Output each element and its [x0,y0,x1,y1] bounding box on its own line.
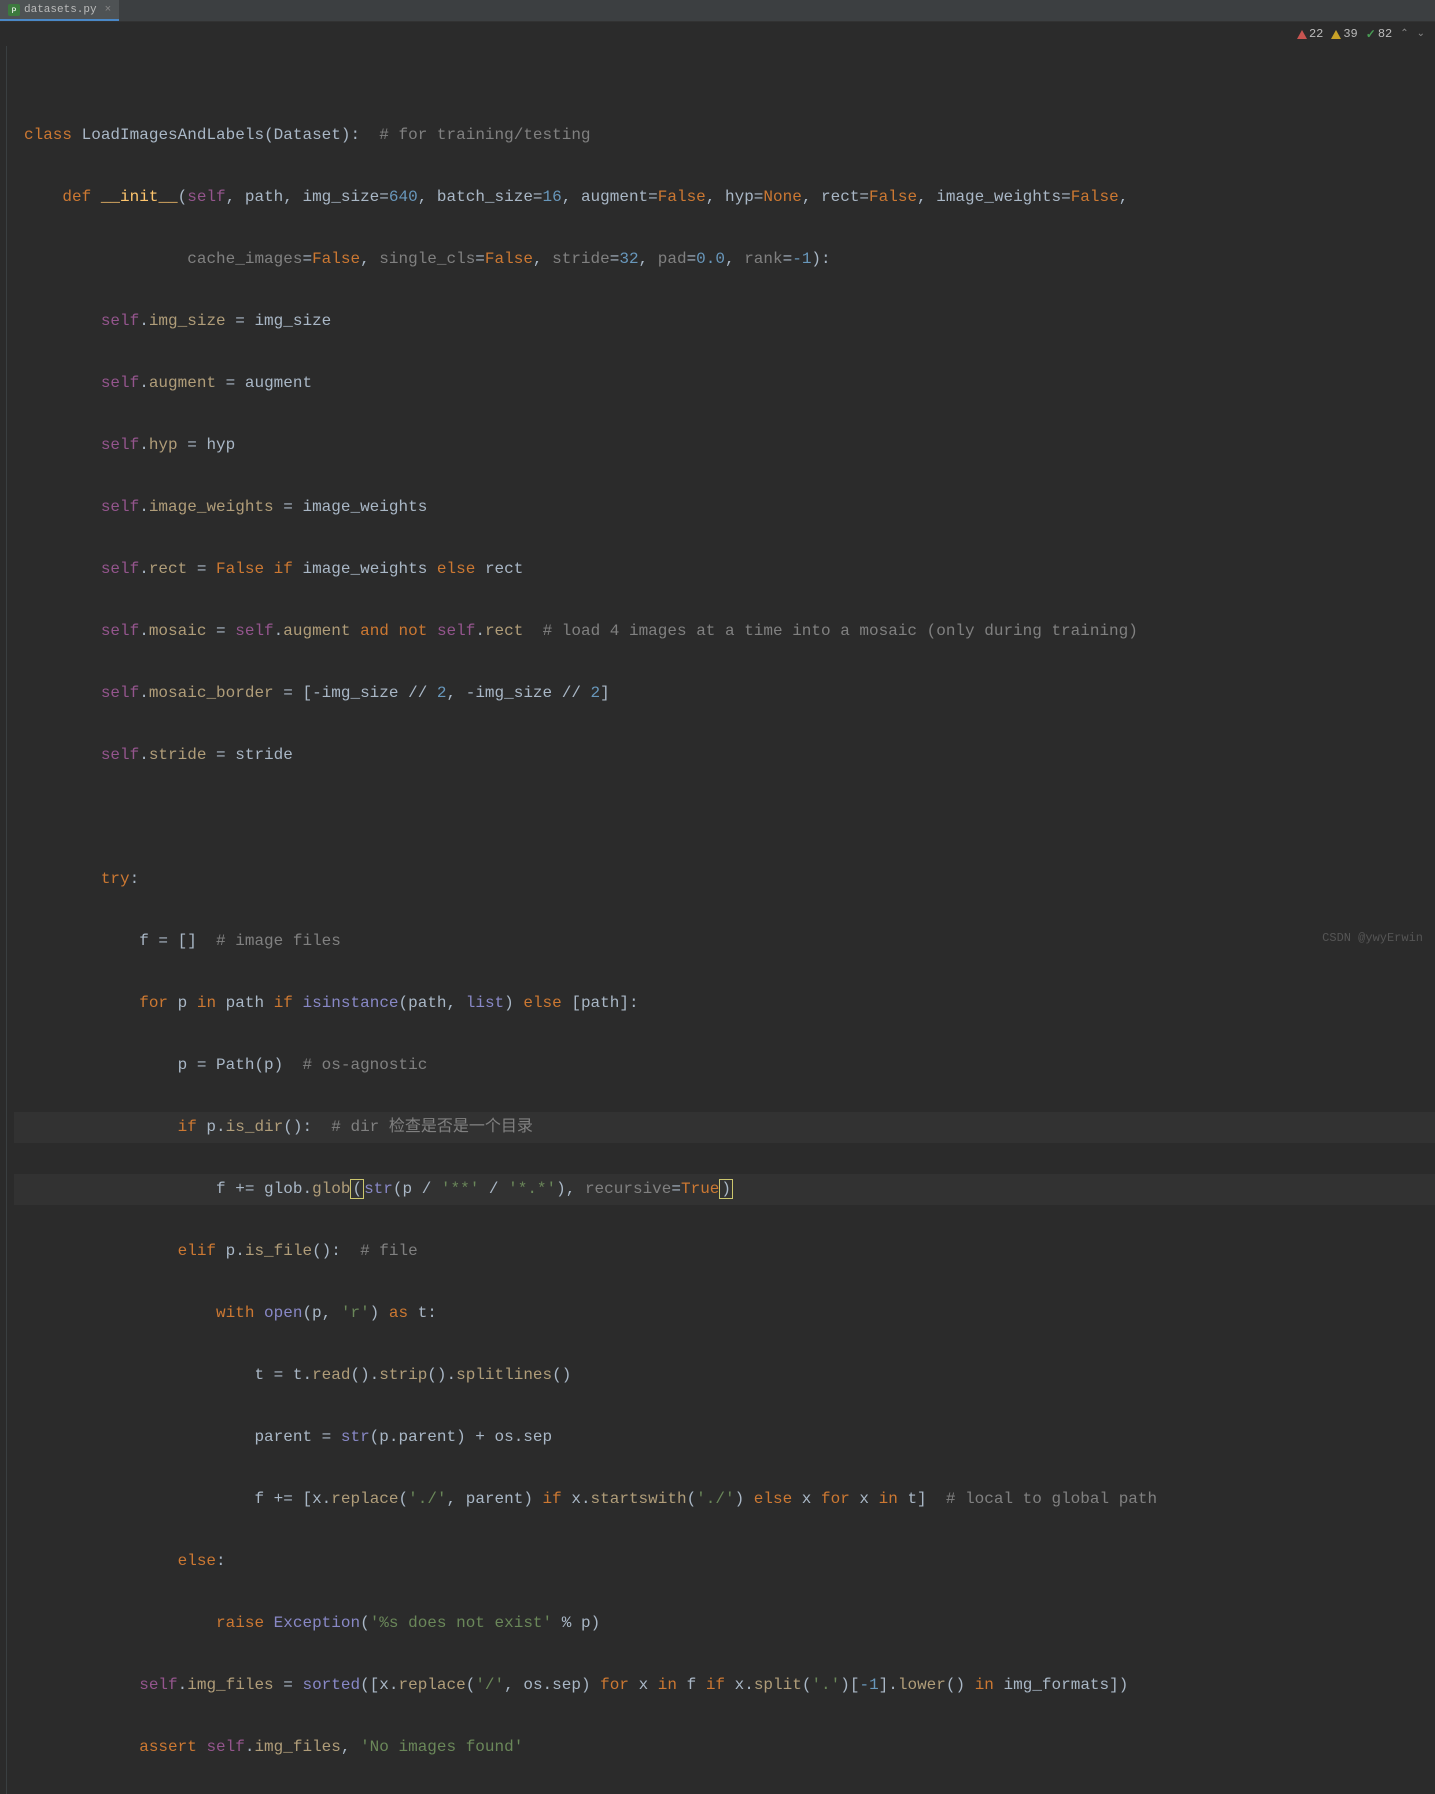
chevron-up-icon[interactable]: ⌃ [1400,28,1408,40]
warning-icon [1331,30,1341,39]
code-line: self.image_weights = image_weights [8,492,1435,523]
error-count[interactable]: 22 [1297,27,1323,41]
code-line: parent = str(p.parent) + os.sep [8,1422,1435,1453]
code-line: f = [] # image files [8,926,1435,957]
code-line: self.mosaic_border = [-img_size // 2, -i… [8,678,1435,709]
gutter [0,46,14,1794]
code-line: self.img_size = img_size [8,306,1435,337]
code-line: f += glob.glob(str(p / '**' / '*.*'), re… [8,1174,1435,1205]
code-line: p = Path(p) # os-agnostic [8,1050,1435,1081]
chevron-down-icon[interactable]: ⌄ [1417,28,1425,40]
code-line: else: [8,1546,1435,1577]
code-line: with open(p, 'r') as t: [8,1298,1435,1329]
code-line: for p in path if isinstance(path, list) … [8,988,1435,1019]
code-line: elif p.is_file(): # file [8,1236,1435,1267]
code-line: cache_images=False, single_cls=False, st… [8,244,1435,275]
code-line [8,802,1435,833]
code-line: assert self.img_files, 'No images found' [8,1732,1435,1763]
svg-text:P: P [12,7,17,16]
code-line: self.rect = False if image_weights else … [8,554,1435,585]
inspection-status-bar: 22 39 ✓ 82 ⌃ ⌄ [0,22,1435,46]
code-line: self.img_files = sorted([x.replace('/', … [8,1670,1435,1701]
typo-count[interactable]: ✓ 82 [1366,27,1392,42]
code-line: def __init__(self, path, img_size=640, b… [8,182,1435,213]
code-line: self.stride = stride [8,740,1435,771]
code-line: try: [8,864,1435,895]
code-line: if p.is_dir(): # dir 检查是否是一个目录 [8,1112,1435,1143]
code-line: class LoadImagesAndLabels(Dataset): # fo… [8,120,1435,151]
code-editor[interactable]: class LoadImagesAndLabels(Dataset): # fo… [0,46,1435,1794]
check-icon: ✓ [1366,27,1376,42]
code-line: f += [x.replace('./', parent) if x.start… [8,1484,1435,1515]
python-file-icon: P [8,4,20,16]
code-line: self.hyp = hyp [8,430,1435,461]
watermark: CSDN @ywyErwin [1322,931,1423,945]
close-tab-icon[interactable]: × [105,4,112,16]
code-line: self.augment = augment [8,368,1435,399]
code-line: self.mosaic = self.augment and not self.… [8,616,1435,647]
code-line: raise Exception('%s does not exist' % p) [8,1608,1435,1639]
tab-bar: P datasets.py × [0,0,1435,22]
tab-filename: datasets.py [24,4,97,16]
error-icon [1297,30,1307,39]
file-tab[interactable]: P datasets.py × [0,0,119,21]
code-line: t = t.read().strip().splitlines() [8,1360,1435,1391]
warning-count[interactable]: 39 [1331,27,1357,41]
